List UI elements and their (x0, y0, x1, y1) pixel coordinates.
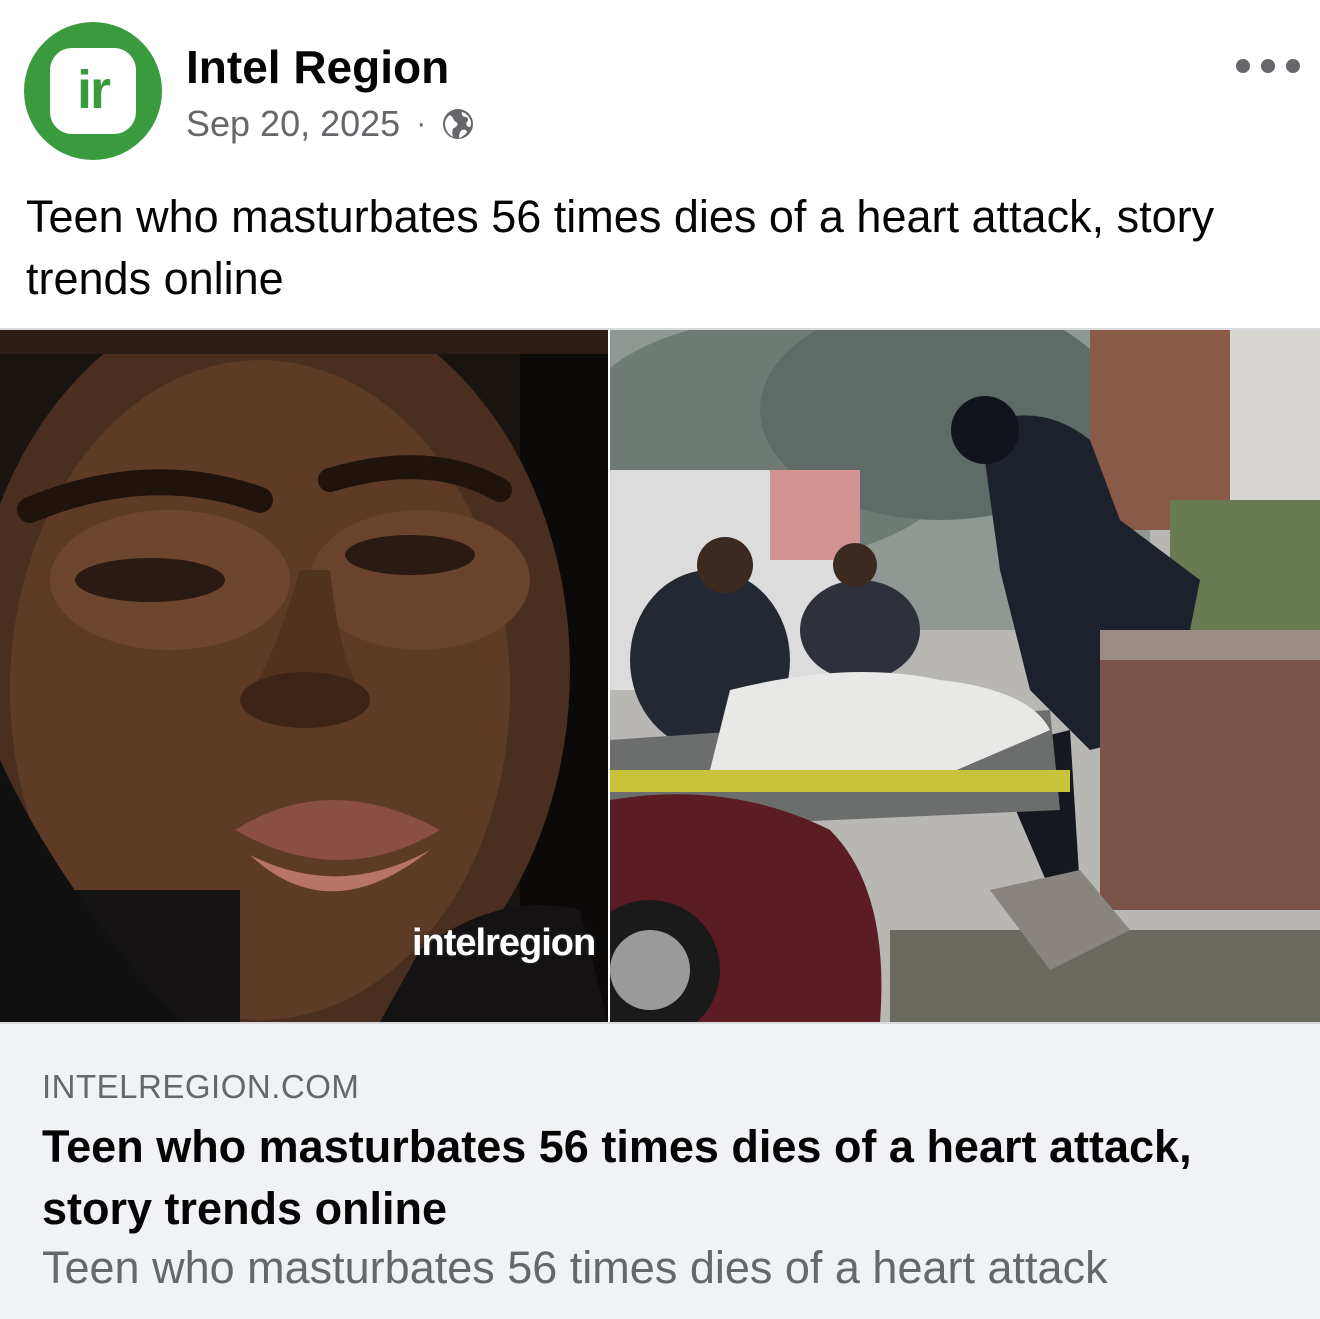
post-text: Teen who masturbates 56 times dies of a … (26, 191, 1215, 304)
link-domain: INTELREGION.COM (42, 1068, 360, 1105)
link-preview-card[interactable]: INTELREGION.COM Teen who masturbates 56 … (0, 1022, 1320, 1319)
avatar-logo-tile: ir (50, 48, 136, 134)
scene-photo (610, 330, 1320, 1022)
meta-separator: · (416, 107, 427, 140)
more-options-icon[interactable] (1236, 50, 1300, 82)
portrait-photo (0, 330, 608, 1022)
globe-icon[interactable] (440, 106, 476, 142)
link-preview-image[interactable]: intelregion (0, 328, 1320, 1022)
more-dot (1236, 59, 1250, 73)
post-meta: Sep 20, 2025 · (186, 102, 476, 146)
watermark-label: intelregion (412, 922, 596, 964)
post-header: ir Intel Region Sep 20, 2025 · (0, 0, 1320, 170)
more-dot (1261, 59, 1275, 73)
page-avatar[interactable]: ir (24, 22, 162, 160)
more-dot (1286, 59, 1300, 73)
avatar-logo-text: ir (76, 60, 111, 120)
post-date[interactable]: Sep 20, 2025 (186, 103, 400, 145)
link-title[interactable]: Teen who masturbates 56 times dies of a … (42, 1116, 1282, 1240)
page-name-link[interactable]: Intel Region (186, 40, 449, 94)
link-description: Teen who masturbates 56 times dies of a … (42, 1242, 1108, 1293)
